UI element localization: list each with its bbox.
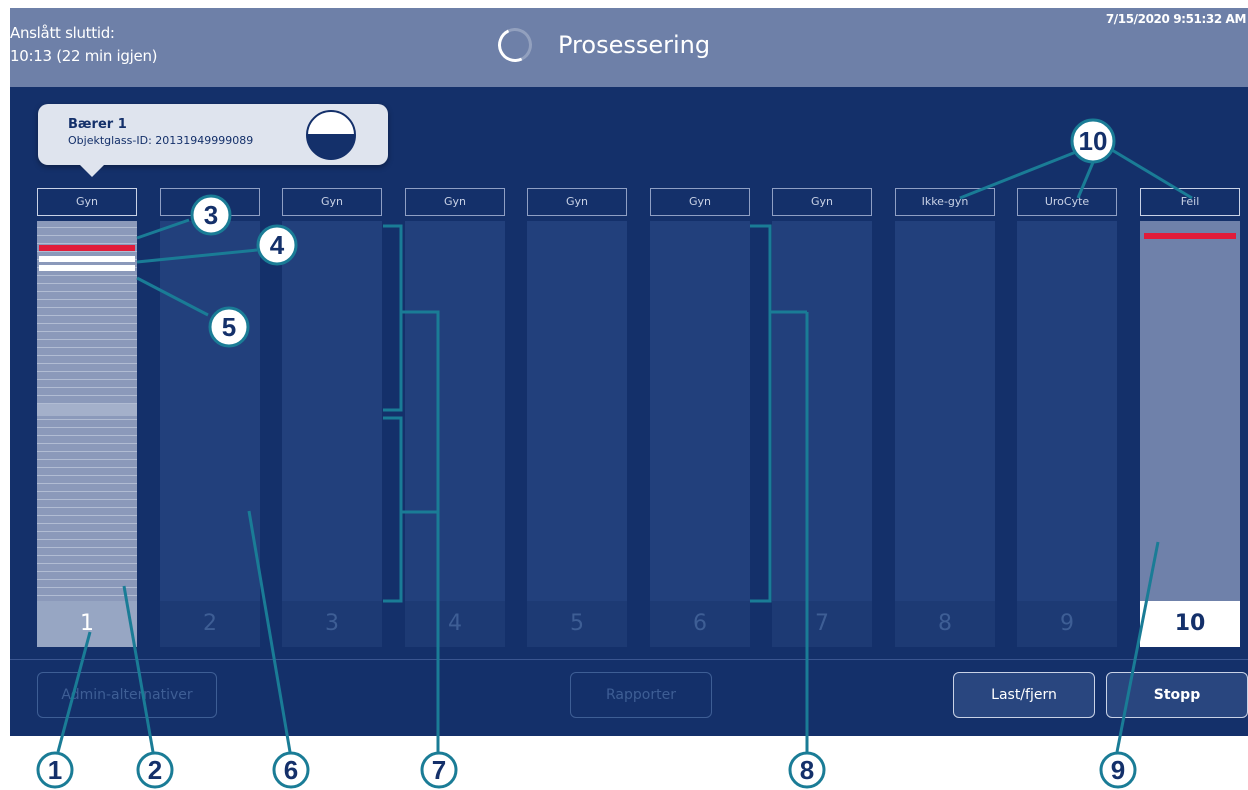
bracket-7-lower <box>383 416 403 603</box>
bracket-7-upper <box>383 224 403 412</box>
leader-line-1 <box>56 631 92 753</box>
leader-line-2 <box>122 585 155 753</box>
callout-number-9: 9 <box>1111 755 1125 785</box>
callout-number-4: 4 <box>270 230 285 260</box>
callout-number-7: 7 <box>432 755 446 785</box>
leader-line-10c <box>1111 148 1193 200</box>
leader-line-10a <box>959 150 1077 200</box>
leader-line-3 <box>136 218 190 240</box>
callout-number-8: 8 <box>800 755 814 785</box>
leader-line-5 <box>136 276 209 317</box>
bracket-7-join <box>401 310 440 514</box>
callout-number-5: 5 <box>222 312 236 342</box>
callout-overlay: 1 2 3 4 5 6 7 8 9 10 <box>36 118 1193 789</box>
bracket-8 <box>750 224 772 603</box>
leader-line-4 <box>136 248 258 264</box>
callout-number-2: 2 <box>148 755 162 785</box>
callout-number-3: 3 <box>204 200 218 230</box>
callout-number-6: 6 <box>284 755 298 785</box>
callout-number-1: 1 <box>48 755 62 785</box>
leader-line-6 <box>247 510 292 753</box>
callout-number-10: 10 <box>1079 126 1108 156</box>
leader-line-10b <box>1076 159 1096 199</box>
leader-line-9 <box>1115 541 1160 753</box>
